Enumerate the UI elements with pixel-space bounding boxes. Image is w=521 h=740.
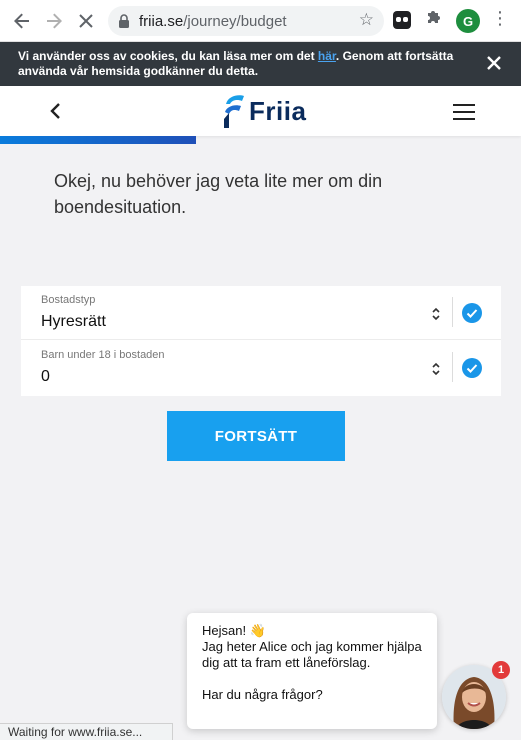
progress-bar <box>0 136 196 144</box>
cookie-text: Vi använder oss av cookies, du kan läsa … <box>18 49 454 78</box>
check-circle-icon <box>462 358 482 378</box>
check-circle-icon <box>462 303 482 323</box>
chat-bubble[interactable]: Hejsan! 👋 Jag heter Alice och jag kommer… <box>187 613 437 729</box>
form-card: Bostadstyp Hyresrätt Barn under 18 i bos… <box>21 286 501 396</box>
field-value: 0 <box>41 368 50 385</box>
question-text: Okej, nu behöver jag veta lite mer om di… <box>54 171 383 217</box>
field-label: Bostadstyp <box>41 294 96 306</box>
close-icon[interactable] <box>484 53 504 73</box>
star-icon[interactable]: ☆ <box>359 10 374 30</box>
more-icon[interactable]: ⋮ <box>491 8 509 29</box>
cookie-link[interactable]: här <box>318 49 336 63</box>
hamburger-icon[interactable] <box>453 104 475 120</box>
back-arrow-icon[interactable] <box>10 9 34 33</box>
chat-question: Har du några frågor? <box>202 687 323 702</box>
address-bar[interactable]: friia.se/journey/budget ☆ <box>108 6 384 36</box>
divider <box>452 297 453 327</box>
select-arrows-icon <box>432 307 440 321</box>
chevron-left-icon[interactable] <box>48 102 64 120</box>
select-bostadstyp[interactable]: Bostadstyp Hyresrätt <box>21 286 501 340</box>
chat-greeting: Hejsan! 👋 <box>202 623 266 638</box>
field-value: Hyresrätt <box>41 313 106 330</box>
select-arrows-icon <box>432 362 440 376</box>
forward-arrow-icon[interactable] <box>42 9 66 33</box>
logo-text: Friia <box>249 95 307 126</box>
site-header: Friia <box>0 86 521 136</box>
continue-button[interactable]: FORTSÄTT <box>167 411 345 461</box>
url-text: friia.se/journey/budget <box>139 13 287 30</box>
browser-toolbar: friia.se/journey/budget ☆ G ⋮ <box>0 0 521 42</box>
field-label: Barn under 18 i bostaden <box>41 349 165 361</box>
select-barn-under-18[interactable]: Barn under 18 i bostaden 0 <box>21 341 501 395</box>
notification-badge: 1 <box>492 661 510 679</box>
logo[interactable]: Friia <box>222 92 306 130</box>
status-bar: Waiting for www.friia.se... <box>0 723 173 740</box>
friia-logo-mark <box>224 95 244 128</box>
chat-message: Jag heter Alice och jag kommer hjälpa di… <box>202 639 422 670</box>
lock-icon <box>119 14 129 28</box>
stop-loading-icon[interactable] <box>74 9 98 33</box>
cookie-banner: Vi använder oss av cookies, du kan läsa … <box>0 42 521 86</box>
profile-avatar[interactable]: G <box>456 9 480 33</box>
divider <box>452 352 453 382</box>
extension-icon[interactable] <box>393 11 411 29</box>
puzzle-icon[interactable] <box>425 8 443 31</box>
